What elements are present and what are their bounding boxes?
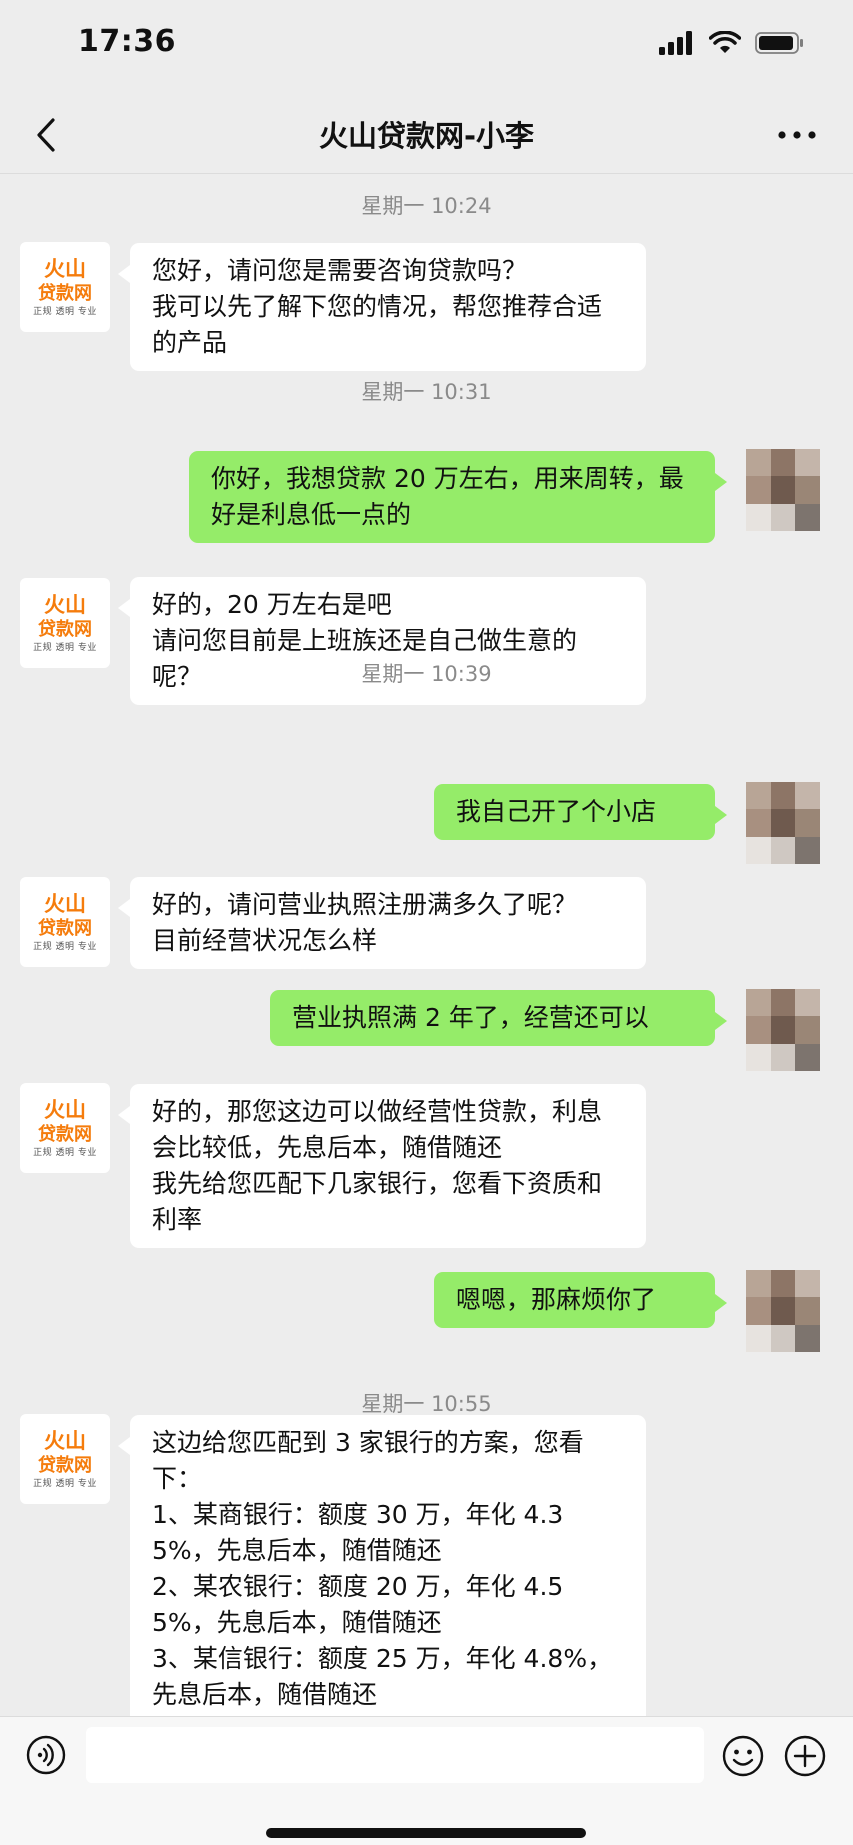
timestamp: 星期一 10:55 — [361, 1392, 492, 1416]
voice-icon — [26, 1735, 66, 1775]
agent-message[interactable]: 好的，那您这边可以做经营性贷款，利息会比较低，先息后本，随借随还 我先给您匹配下… — [118, 1084, 646, 1248]
logo-text-line2: 贷款网 — [38, 1123, 92, 1145]
timestamp: 星期一 10:24 — [361, 194, 492, 218]
status-bar: 17:36 — [0, 0, 853, 90]
chat-title: 火山贷款网-小李 — [318, 119, 535, 153]
agent-avatar[interactable]: 火山 贷款网正规 透明 专业 — [20, 242, 110, 332]
user-avatar[interactable] — [746, 989, 820, 1071]
user-message[interactable]: 营业执照满 2 年了，经营还可以 — [270, 990, 727, 1046]
logo-tagline: 正规 透明 专业 — [33, 941, 97, 952]
agent-avatar[interactable]: 火山 贷款网正规 透明 专业 — [20, 578, 110, 668]
user-avatar[interactable] — [746, 782, 820, 864]
agent-avatar[interactable]: 火山 贷款网正规 透明 专业 — [20, 877, 110, 967]
more-button[interactable] — [771, 115, 823, 155]
message-input[interactable] — [86, 1727, 704, 1783]
logo-text-line1: 火山 — [44, 592, 86, 617]
user-message[interactable]: 我自己开了个小店 — [434, 784, 727, 840]
status-icons — [659, 28, 805, 58]
wifi-icon — [709, 31, 741, 53]
voice-button[interactable] — [26, 1735, 66, 1775]
input-bar — [0, 1716, 853, 1845]
plus-icon — [784, 1735, 826, 1777]
user-message[interactable]: 嗯嗯，那麻烦你了 — [434, 1272, 727, 1328]
chat-area[interactable]: 星期一 10:24 您好，请问您是需要咨询贷款吗？ 我可以先了解下您的情况，帮您推… — [0, 174, 853, 1716]
logo-text-line2: 贷款网 — [38, 917, 92, 939]
logo-text-line2: 贷款网 — [38, 1454, 92, 1476]
agent-message[interactable]: 您好，请问您是需要咨询贷款吗？ 我可以先了解下您的情况，帮您推荐合适的产品 — [118, 243, 646, 371]
nav-bar: 火山贷款网-小李 — [0, 95, 853, 175]
agent-avatar[interactable]: 火山 贷款网正规 透明 专业 — [20, 1414, 110, 1504]
plus-button[interactable] — [784, 1735, 826, 1777]
emoji-button[interactable] — [722, 1735, 764, 1777]
more-dots-icon — [778, 131, 816, 139]
status-time: 17:36 — [78, 24, 176, 59]
logo-text-line1: 火山 — [44, 891, 86, 916]
logo-text-line2: 贷款网 — [38, 618, 92, 640]
logo-text-line2: 贷款网 — [38, 282, 92, 304]
user-avatar[interactable] — [746, 1270, 820, 1352]
user-message[interactable]: 你好，我想贷款 20 万左右，用来周转，最好是利息低一点的 — [189, 451, 727, 543]
agent-message[interactable]: 这边给您匹配到 3 家银行的方案，您看下： 1、某商银行：额度 30 万，年化 … — [118, 1415, 646, 1716]
timestamp: 星期一 10:31 — [361, 380, 492, 404]
home-indicator — [266, 1828, 586, 1838]
logo-text-line1: 火山 — [44, 256, 86, 281]
logo-text-line1: 火山 — [44, 1428, 86, 1453]
emoji-icon — [722, 1735, 764, 1777]
agent-message[interactable]: 好的，请问营业执照注册满多久了呢？ 目前经营状况怎么样 — [118, 877, 646, 969]
logo-tagline: 正规 透明 专业 — [33, 1478, 97, 1489]
agent-avatar[interactable]: 火山 贷款网正规 透明 专业 — [20, 1083, 110, 1173]
user-avatar[interactable] — [746, 449, 820, 531]
logo-tagline: 正规 透明 专业 — [33, 306, 97, 317]
logo-tagline: 正规 透明 专业 — [33, 1147, 97, 1158]
logo-tagline: 正规 透明 专业 — [33, 642, 97, 653]
signal-icon — [659, 31, 692, 55]
battery-icon — [755, 32, 803, 54]
logo-text-line1: 火山 — [44, 1097, 86, 1122]
timestamp: 星期一 10:39 — [361, 662, 492, 686]
